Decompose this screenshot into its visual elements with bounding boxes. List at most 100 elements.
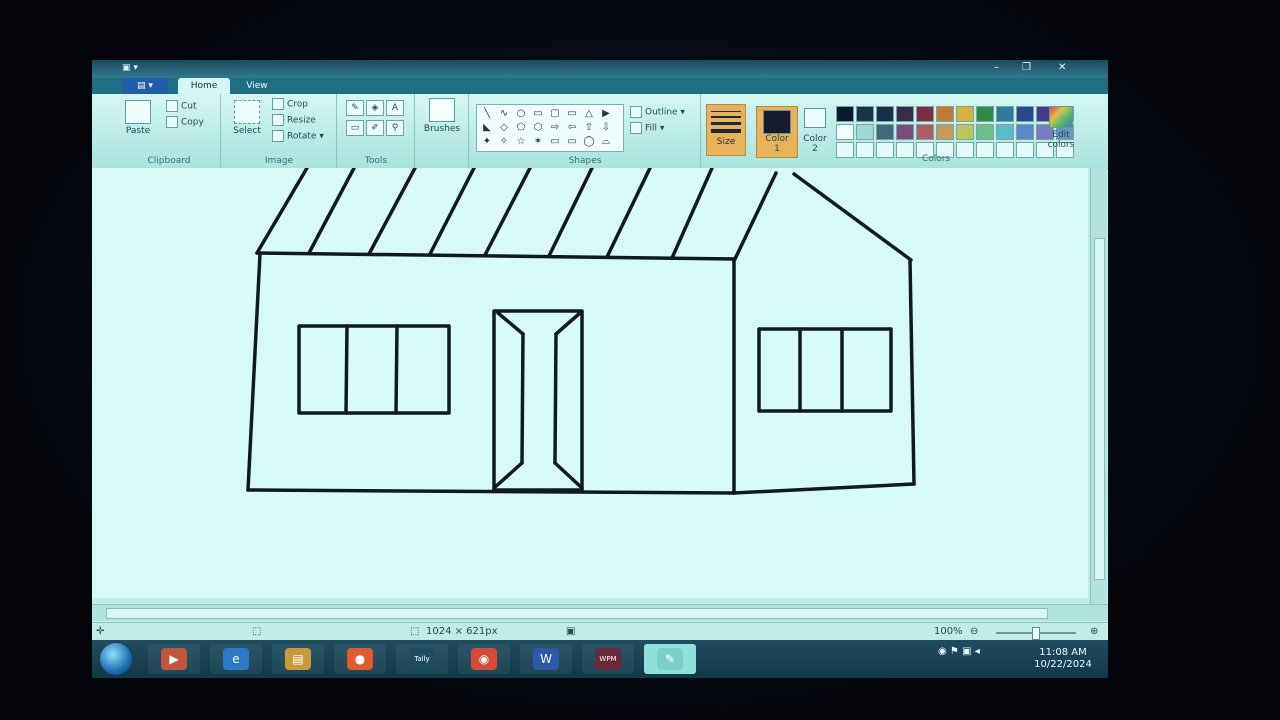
tab-view[interactable]: View <box>232 78 282 94</box>
fill-dropdown[interactable]: Fill ▾ <box>630 122 664 134</box>
magnifier-icon[interactable]: ⚲ <box>386 120 404 136</box>
shape-option[interactable]: ▭ <box>565 108 579 120</box>
taskbar-chrome-button[interactable]: ◉ <box>458 644 510 674</box>
copy-button[interactable]: Copy <box>166 116 204 128</box>
shape-option[interactable]: ✶ <box>531 136 545 148</box>
taskbar-word-button[interactable]: W <box>520 644 572 674</box>
fill-bucket-icon[interactable]: ◈ <box>366 100 384 116</box>
minimize-button[interactable]: – <box>994 62 999 73</box>
start-button[interactable] <box>100 643 132 675</box>
palette-color-swatch[interactable] <box>896 124 914 140</box>
shape-option[interactable]: ◇ <box>497 122 511 134</box>
shape-option[interactable]: ✧ <box>497 136 511 148</box>
zoom-slider-knob[interactable] <box>1032 627 1040 640</box>
shapes-gallery[interactable]: ╲ ∿ ○ ▭ ▢ ▭ △ ▶ ◣ ◇ ⬠ ⬡ ⇨ ⇦ ⇧ ⇩ ✦ ✧ ☆ ✶ ▭ ▭ ◯ ⌓ <box>476 104 624 152</box>
shape-option[interactable]: ◯ <box>582 136 596 148</box>
taskbar-internet-explorer-button[interactable]: e <box>210 644 262 674</box>
taskbar-firefox-button[interactable]: ● <box>334 644 386 674</box>
palette-color-swatch[interactable] <box>1016 106 1034 122</box>
palette-color-swatch[interactable] <box>996 124 1014 140</box>
shape-option[interactable]: ⇧ <box>582 122 596 134</box>
copy-icon <box>166 116 178 128</box>
shape-option[interactable]: ▭ <box>548 136 562 148</box>
network-icon[interactable]: ◉ <box>938 646 947 657</box>
palette-color-swatch[interactable] <box>936 124 954 140</box>
shape-option[interactable]: ⇩ <box>599 122 613 134</box>
palette-color-swatch[interactable] <box>956 124 974 140</box>
resize-button[interactable]: Resize <box>272 114 316 126</box>
display-icon[interactable]: ▣ <box>962 646 971 657</box>
shape-option[interactable]: ▭ <box>531 108 545 120</box>
palette-color-swatch[interactable] <box>916 124 934 140</box>
edit-colors-button[interactable]: Edit colors <box>1044 106 1078 150</box>
maximize-button[interactable]: ❐ <box>1022 62 1031 73</box>
pencil-icon[interactable]: ✎ <box>346 100 364 116</box>
paste-button[interactable]: Paste <box>122 100 154 136</box>
vertical-scroll-thumb[interactable] <box>1094 238 1105 580</box>
palette-color-swatch[interactable] <box>956 106 974 122</box>
shape-option[interactable]: ☆ <box>514 136 528 148</box>
palette-color-swatch[interactable] <box>836 106 854 122</box>
shape-option[interactable]: ⌓ <box>599 136 613 148</box>
palette-color-swatch[interactable] <box>876 124 894 140</box>
palette-color-swatch[interactable] <box>836 124 854 140</box>
size-button[interactable]: Size <box>706 104 746 156</box>
shape-option[interactable]: ⇦ <box>565 122 579 134</box>
size-line-thin <box>711 111 741 112</box>
shape-option[interactable]: ◣ <box>480 122 494 134</box>
taskbar-wpm-button[interactable]: WPM <box>582 644 634 674</box>
vertical-scrollbar[interactable] <box>1090 168 1107 604</box>
cut-button[interactable]: Cut <box>166 100 197 112</box>
clock[interactable]: 11:08 AM 10/22/2024 <box>1032 647 1094 671</box>
rotate-button[interactable]: Rotate ▾ <box>272 130 324 142</box>
shape-option[interactable]: ⬡ <box>531 122 545 134</box>
outline-dropdown[interactable]: Outline ▾ <box>630 106 685 118</box>
shape-option[interactable]: ○ <box>514 108 528 120</box>
shape-option[interactable]: ╲ <box>480 108 494 120</box>
color1-button[interactable]: Color 1 <box>756 106 798 158</box>
palette-color-swatch[interactable] <box>1016 124 1034 140</box>
eraser-icon[interactable]: ▭ <box>346 120 364 136</box>
palette-color-swatch[interactable] <box>896 106 914 122</box>
horizontal-scrollbar[interactable] <box>92 604 1108 621</box>
taskbar-tally-button[interactable]: Tally <box>396 644 448 674</box>
palette-color-swatch[interactable] <box>996 106 1014 122</box>
zoom-in-button[interactable]: ⊕ <box>1090 626 1098 637</box>
palette-color-swatch[interactable] <box>936 106 954 122</box>
taskbar-explorer-button[interactable]: ▤ <box>272 644 324 674</box>
shape-option[interactable]: ▢ <box>548 108 562 120</box>
select-button[interactable]: Select <box>230 100 264 136</box>
action-center-flag-icon[interactable]: ⚑ <box>950 646 959 657</box>
taskbar-paint-button[interactable]: ✎ <box>644 644 696 674</box>
file-size-icon: ▣ <box>566 626 576 637</box>
palette-color-swatch[interactable] <box>976 124 994 140</box>
crop-button[interactable]: Crop <box>272 98 308 110</box>
shape-option[interactable]: ✦ <box>480 136 494 148</box>
zoom-out-button[interactable]: ⊖ <box>970 626 978 637</box>
palette-color-swatch[interactable] <box>916 106 934 122</box>
shape-option[interactable]: ∿ <box>497 108 511 120</box>
shape-option[interactable]: ⬠ <box>514 122 528 134</box>
color-picker-icon[interactable]: ✐ <box>366 120 384 136</box>
palette-color-swatch[interactable] <box>876 106 894 122</box>
horizontal-scroll-thumb[interactable] <box>106 608 1048 619</box>
palette-color-swatch[interactable] <box>856 124 874 140</box>
tab-home[interactable]: Home <box>178 78 230 94</box>
palette-color-swatch[interactable] <box>856 106 874 122</box>
paint-window: ▣ ▾ – ❐ ✕ ▤ ▾ Home View Paste Cut Copy C… <box>92 60 1108 678</box>
shape-option[interactable]: ⇨ <box>548 122 562 134</box>
brushes-button[interactable]: Brushes <box>422 98 462 134</box>
color1-swatch <box>763 110 791 134</box>
text-tool-icon[interactable]: A <box>386 100 404 116</box>
file-menu-button[interactable]: ▤ ▾ <box>122 78 168 94</box>
color2-button[interactable]: Color 2 <box>798 108 832 154</box>
volume-icon[interactable]: ◂ <box>975 646 980 657</box>
palette-color-swatch[interactable] <box>976 106 994 122</box>
quick-access-toolbar[interactable]: ▣ ▾ <box>122 63 162 75</box>
shape-option[interactable]: ▶ <box>599 108 613 120</box>
shape-option[interactable]: ▭ <box>565 136 579 148</box>
taskbar-media-player-button[interactable]: ▶ <box>148 644 200 674</box>
clock-time: 11:08 AM <box>1039 647 1087 658</box>
shape-option[interactable]: △ <box>582 108 596 120</box>
close-button[interactable]: ✕ <box>1058 62 1066 73</box>
